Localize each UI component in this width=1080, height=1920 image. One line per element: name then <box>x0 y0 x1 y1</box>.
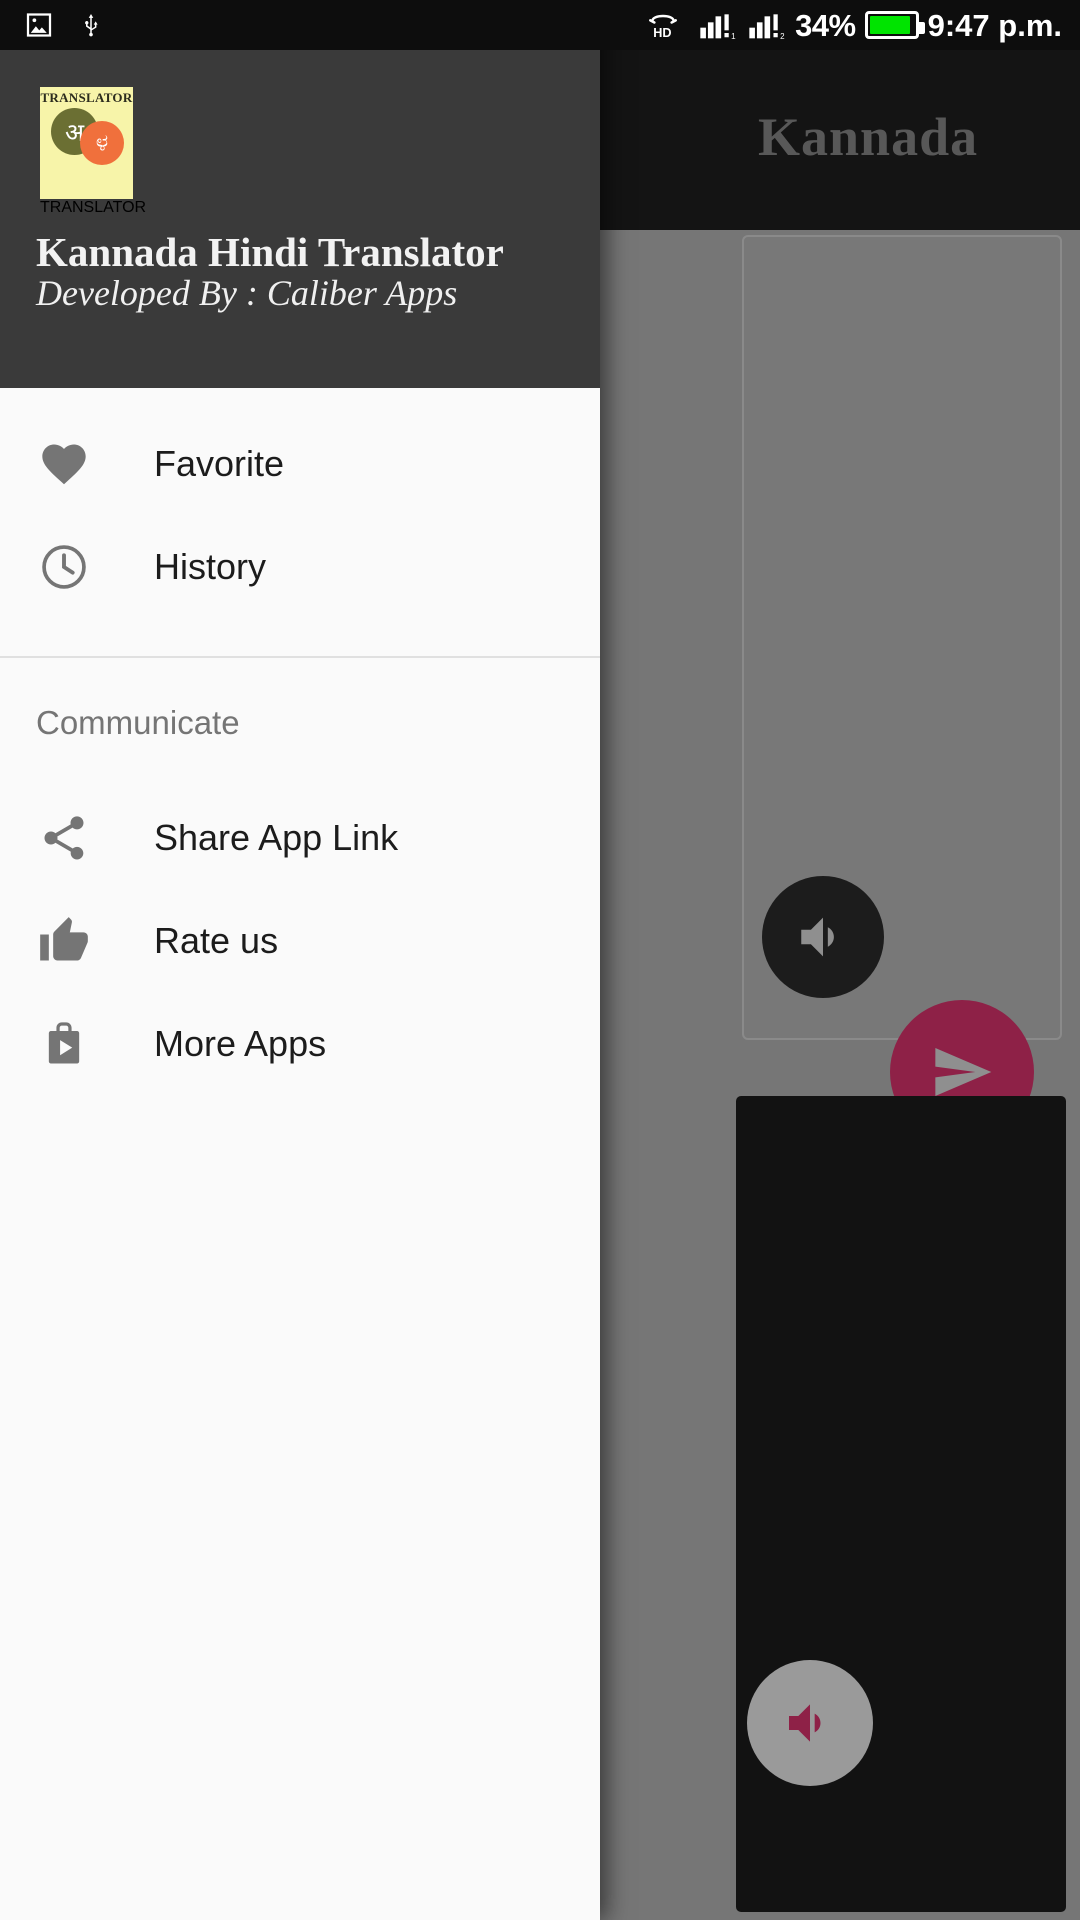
speak-source-button[interactable] <box>762 876 884 998</box>
svg-text:2: 2 <box>780 32 785 41</box>
sim1-signal-icon: 1 <box>700 14 736 41</box>
app-logo: TRANSLATOR अ ಳ <box>40 87 133 199</box>
logo-top-text: TRANSLATOR <box>40 90 133 105</box>
volume-up-icon <box>789 1704 821 1742</box>
play-store-bag-icon <box>38 1018 104 1070</box>
hd-volte-icon: HD <box>649 14 677 40</box>
app-developer: Developed By : Caliber Apps <box>36 273 458 313</box>
thumb-up-icon <box>38 915 104 967</box>
navigation-drawer: TRANSLATOR अ ಳ TRANSLATOR Kannada Hindi … <box>0 0 600 1920</box>
drawer-item-share-app-link[interactable]: Share App Link <box>0 786 600 889</box>
drawer-item-label: Share App Link <box>154 816 399 858</box>
drawer-communicate-menu: Share App Link Rate us More Apps <box>0 786 600 1095</box>
logo-kannada-circle: ಳ <box>80 121 124 165</box>
battery-icon <box>864 11 925 39</box>
usb-icon <box>85 13 98 37</box>
status-bar-left-icons <box>0 9 104 41</box>
status-bar-right-icons: HD 1 2 34% 9:47 p.m. <box>646 9 1080 41</box>
image-icon <box>26 13 52 37</box>
sim2-signal-icon: 2 <box>749 14 785 41</box>
battery-percent-label: 34% <box>795 7 856 43</box>
volume-up-icon <box>801 917 834 957</box>
battery-fill <box>869 16 910 34</box>
drawer-item-label: More Apps <box>154 1022 327 1064</box>
clock-icon <box>38 541 104 593</box>
svg-text:1: 1 <box>731 32 736 41</box>
result-text-card[interactable] <box>736 1096 1066 1912</box>
svg-text:HD: HD <box>653 26 671 40</box>
background-appbar-title: Kannada <box>758 107 979 167</box>
drawer-section-communicate-label: Communicate <box>36 704 240 741</box>
drawer-item-more-apps[interactable]: More Apps <box>0 992 600 1095</box>
heart-icon <box>38 438 104 490</box>
app-title: Kannada Hindi Translator <box>36 229 504 275</box>
status-bar: HD 1 2 34% 9:47 p.m. <box>0 0 1080 50</box>
logo-bottom-text: TRANSLATOR <box>40 199 147 216</box>
share-icon <box>38 812 104 864</box>
drawer-main-menu: Favorite History <box>0 412 600 618</box>
drawer-header: TRANSLATOR अ ಳ TRANSLATOR Kannada Hindi … <box>0 0 600 388</box>
drawer-item-rate-us[interactable]: Rate us <box>0 889 600 992</box>
drawer-item-history[interactable]: History <box>0 515 600 618</box>
clock-label: 9:47 p.m. <box>927 7 1062 43</box>
drawer-item-label: Rate us <box>154 919 279 961</box>
speak-result-button[interactable] <box>747 1660 873 1786</box>
drawer-item-favorite[interactable]: Favorite <box>0 412 600 515</box>
menu-bottom-spacer <box>0 618 600 656</box>
drawer-item-label: Favorite <box>154 442 285 484</box>
logo-circles: अ ಳ <box>40 106 133 168</box>
phone-screen: Kannada TRANSLATOR अ ಳ TRANSLATOR Kannad… <box>0 0 1080 1920</box>
drawer-item-label: History <box>154 545 267 587</box>
send-icon <box>935 1048 992 1096</box>
